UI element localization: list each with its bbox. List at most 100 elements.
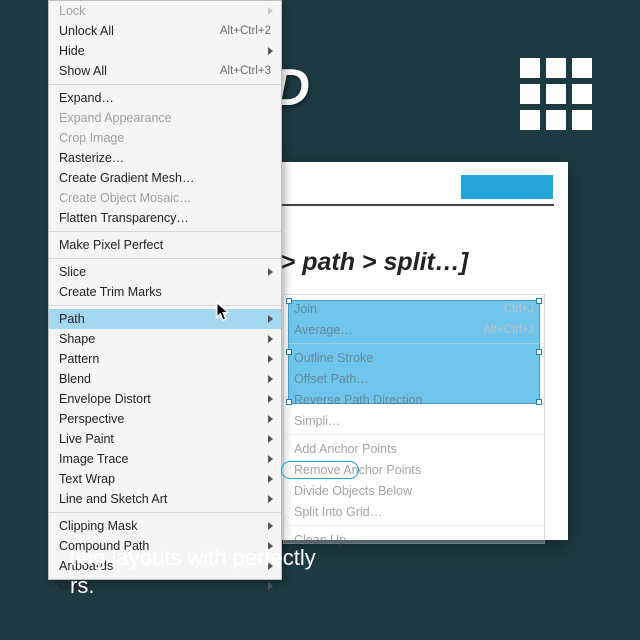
submenu-item: Outline Stroke — [284, 347, 544, 368]
menu-item[interactable]: Perspective — [49, 409, 281, 429]
menu-item[interactable]: Path — [49, 309, 281, 329]
chevron-right-icon — [268, 435, 273, 443]
menu-item[interactable]: Unlock AllAlt+Ctrl+2 — [49, 21, 281, 41]
chevron-right-icon — [268, 47, 273, 55]
chevron-right-icon — [268, 375, 273, 383]
submenu-item: Offset Path… — [284, 368, 544, 389]
submenu-item: Divide Objects Below — [284, 480, 544, 501]
caption-text: ting layouts with perfectly rs. — [70, 544, 590, 600]
menu-item-label: Blend — [59, 372, 271, 386]
chevron-right-icon — [268, 335, 273, 343]
submenu-item-label: Simpli… — [294, 414, 534, 428]
submenu-item-label: Divide Objects Below — [294, 484, 534, 498]
menu-item[interactable]: Blend — [49, 369, 281, 389]
menu-item-label: Create Object Mosaic… — [59, 191, 271, 205]
menu-item-label: Make Pixel Perfect — [59, 238, 271, 252]
submenu-item-label: Offset Path… — [294, 372, 534, 386]
submenu-item-shortcut: Alt+Ctrl+J — [484, 324, 535, 336]
menu-item[interactable]: Make Pixel Perfect — [49, 235, 281, 255]
menu-item-label: Rasterize… — [59, 151, 271, 165]
menu-item-label: Unlock All — [59, 24, 220, 38]
submenu-item: Average…Alt+Ctrl+J — [284, 319, 544, 340]
grid-icon — [520, 58, 592, 130]
menu-item-label: Expand Appearance — [59, 111, 271, 125]
menu-separator — [49, 512, 281, 513]
menu-item[interactable]: Live Paint — [49, 429, 281, 449]
submenu-item-shortcut: Ctrl+J — [504, 303, 534, 315]
menu-separator — [49, 258, 281, 259]
menu-item-label: Slice — [59, 265, 271, 279]
menu-item-label: Show All — [59, 64, 220, 78]
menu-item[interactable]: Image Trace — [49, 449, 281, 469]
menu-item: Expand Appearance — [49, 108, 281, 128]
canvas-highlight — [461, 175, 553, 199]
menu-item[interactable]: Pattern — [49, 349, 281, 369]
menu-item-label: Crop Image — [59, 131, 271, 145]
submenu-item: Split Into Grid… — [284, 501, 544, 522]
menu-item[interactable]: Create Gradient Mesh… — [49, 168, 281, 188]
submenu-item-label: Average… — [294, 323, 484, 337]
submenu-item-label: Split Into Grid… — [294, 505, 534, 519]
menu-item-shortcut: Alt+Ctrl+3 — [220, 65, 271, 77]
menu-item: Create Object Mosaic… — [49, 188, 281, 208]
menu-item[interactable]: Create Trim Marks — [49, 282, 281, 302]
menu-separator — [284, 434, 544, 435]
menu-item-label: Envelope Distort — [59, 392, 271, 406]
menu-item[interactable]: Text Wrap — [49, 469, 281, 489]
submenu-item-label: Outline Stroke — [294, 351, 534, 365]
menu-item[interactable]: Hide — [49, 41, 281, 61]
menu-item-label: Shape — [59, 332, 271, 346]
chevron-right-icon — [268, 395, 273, 403]
menu-separator — [49, 84, 281, 85]
menu-separator — [284, 343, 544, 344]
menu-item-label: Line and Sketch Art — [59, 492, 271, 506]
menu-item-label: Text Wrap — [59, 472, 271, 486]
chevron-right-icon — [268, 315, 273, 323]
menu-item[interactable]: Expand… — [49, 88, 281, 108]
menu-item[interactable]: Rasterize… — [49, 148, 281, 168]
menu-item[interactable]: Flatten Transparency… — [49, 208, 281, 228]
menu-item-label: Image Trace — [59, 452, 271, 466]
caption-line: ting layouts with perfectly — [70, 545, 316, 570]
chevron-right-icon — [268, 415, 273, 423]
menu-item[interactable]: Shape — [49, 329, 281, 349]
menu-item[interactable]: Show AllAlt+Ctrl+3 — [49, 61, 281, 81]
menu-item-label: Clipping Mask — [59, 519, 271, 533]
menu-item-label: Perspective — [59, 412, 271, 426]
menu-separator — [49, 305, 281, 306]
menu-item-label: Flatten Transparency… — [59, 211, 271, 225]
menu-item-label: Live Paint — [59, 432, 271, 446]
chevron-right-icon — [268, 495, 273, 503]
chevron-right-icon — [268, 522, 273, 530]
menu-item[interactable]: Line and Sketch Art — [49, 489, 281, 509]
caption-line: rs. — [70, 573, 94, 598]
submenu-item-label: Join — [294, 302, 504, 316]
chevron-right-icon — [268, 268, 273, 276]
submenu-item: Simpli… — [284, 410, 544, 431]
chevron-right-icon — [268, 7, 273, 15]
submenu-item-label: Add Anchor Points — [294, 442, 534, 456]
menu-item-shortcut: Alt+Ctrl+2 — [220, 25, 271, 37]
object-menu[interactable]: LockUnlock AllAlt+Ctrl+2HideShow AllAlt+… — [48, 0, 282, 580]
submenu-item: Reverse Path Direction — [284, 389, 544, 410]
submenu-item: Add Anchor Points — [284, 438, 544, 459]
menu-item[interactable]: Envelope Distort — [49, 389, 281, 409]
split-highlight-pill — [281, 461, 359, 479]
submenu-item: JoinCtrl+J — [284, 298, 544, 319]
menu-item-label: Path — [59, 312, 271, 326]
menu-item-label: Pattern — [59, 352, 271, 366]
menu-item[interactable]: Clipping Mask — [49, 516, 281, 536]
menu-separator — [284, 525, 544, 526]
chevron-right-icon — [268, 355, 273, 363]
chevron-right-icon — [268, 475, 273, 483]
submenu-item-label: Reverse Path Direction — [294, 393, 534, 407]
menu-item-label: Create Trim Marks — [59, 285, 271, 299]
menu-item-label: Lock — [59, 4, 271, 18]
menu-item-label: Hide — [59, 44, 271, 58]
chevron-right-icon — [268, 455, 273, 463]
menu-separator — [49, 231, 281, 232]
menu-item-label: Create Gradient Mesh… — [59, 171, 271, 185]
menu-item: Lock — [49, 1, 281, 21]
menu-item[interactable]: Slice — [49, 262, 281, 282]
path-submenu[interactable]: JoinCtrl+JAverage…Alt+Ctrl+JOutline Stro… — [283, 294, 545, 544]
